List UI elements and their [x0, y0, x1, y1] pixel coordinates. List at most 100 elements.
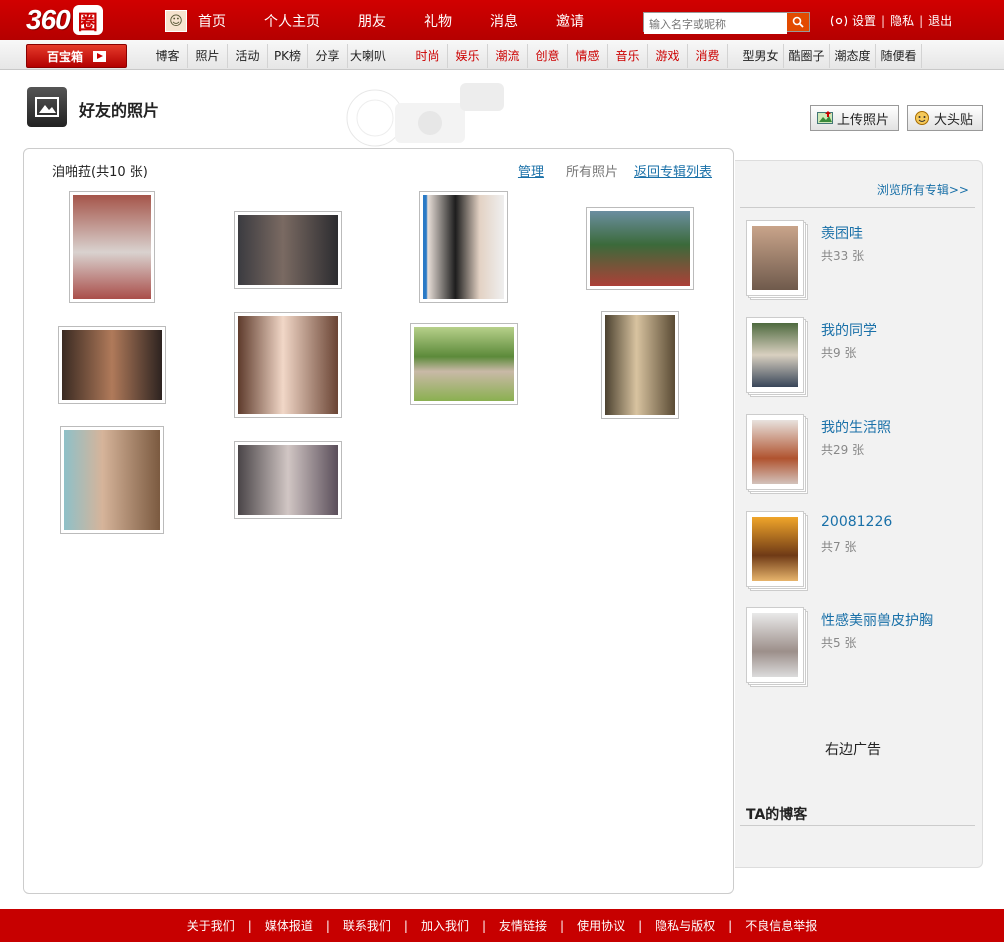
- nav2-music[interactable]: 音乐: [608, 44, 648, 68]
- album-count: 共33 张: [821, 249, 865, 263]
- nav-messages[interactable]: 消息: [490, 11, 556, 31]
- all-photos-label: 所有照片: [565, 165, 618, 180]
- footer-link-about[interactable]: 关于我们: [187, 917, 235, 934]
- nav2-stylish[interactable]: 型男女: [738, 44, 784, 68]
- photo-thumbnail[interactable]: [60, 426, 164, 534]
- nav-home[interactable]: 首页: [198, 11, 264, 31]
- user-avatar-icon[interactable]: ☺: [165, 10, 187, 32]
- nav-gifts[interactable]: 礼物: [424, 11, 490, 31]
- play-icon: [93, 50, 106, 62]
- nav2-photos[interactable]: 照片: [188, 44, 228, 68]
- album-title: 洎啪菈(共10 张): [52, 165, 148, 180]
- baibao-label: 百宝箱: [46, 49, 83, 64]
- photo-thumbnail[interactable]: [586, 207, 694, 290]
- settings-link[interactable]: 设置: [852, 12, 876, 29]
- photo-thumbnail[interactable]: [410, 323, 518, 405]
- footer-link-friends[interactable]: 友情链接: [499, 917, 547, 934]
- nav2-events[interactable]: 活动: [228, 44, 268, 68]
- nav2-entertainment[interactable]: 娱乐: [448, 44, 488, 68]
- nav2-trend[interactable]: 潮流: [488, 44, 528, 68]
- nav-invite[interactable]: 邀请: [556, 11, 596, 31]
- nav2-fashion[interactable]: 时尚: [408, 44, 448, 68]
- separator: |: [325, 918, 330, 933]
- sidebar-album-item[interactable]: 性感美丽兽皮护胸 共5 张: [746, 607, 971, 691]
- sidebar-album-item[interactable]: 20081226 共7 张: [746, 511, 971, 595]
- search-button[interactable]: [787, 13, 809, 31]
- album-cover[interactable]: [746, 511, 808, 591]
- photo-thumbnail[interactable]: [601, 311, 679, 419]
- manage-link[interactable]: 管理: [518, 161, 544, 180]
- privacy-link[interactable]: 隐私: [890, 12, 914, 29]
- sidebar-album-item[interactable]: 我的生活照 共29 张: [746, 414, 971, 498]
- nav2-speaker[interactable]: 大喇叭: [348, 44, 388, 68]
- nav2-emotion[interactable]: 情感: [568, 44, 608, 68]
- sticker-icon: [915, 111, 929, 125]
- footer-link-terms[interactable]: 使用协议: [577, 917, 625, 934]
- nav2-pk[interactable]: PK榜: [268, 44, 308, 68]
- photo-thumbnail[interactable]: [234, 211, 342, 289]
- separator: |: [728, 918, 733, 933]
- album-count: 共9 张: [821, 346, 857, 360]
- photo-thumbnail[interactable]: [58, 326, 166, 404]
- baibao-button[interactable]: 百宝箱: [26, 44, 127, 68]
- search-input[interactable]: [644, 15, 787, 34]
- album-actions: 管理 所有照片 返回专辑列表: [518, 161, 712, 180]
- nav2-spacer: [388, 44, 408, 68]
- footer-link-privacy[interactable]: 隐私与版权: [655, 917, 715, 934]
- album-sidebar: 浏览所有专辑>> 羡囨哇 共33 张 我的同学 共9 张 我的生活照 共29 张…: [735, 160, 983, 868]
- logout-link[interactable]: 退出: [928, 12, 952, 29]
- album-name[interactable]: 性感美丽兽皮护胸: [821, 610, 933, 630]
- album-name[interactable]: 我的同学: [821, 320, 877, 340]
- nav2-spacer: [728, 44, 738, 68]
- search-icon: [792, 16, 804, 28]
- photo-thumbnail[interactable]: [234, 312, 342, 418]
- logo-character: 圈: [72, 5, 103, 35]
- album-name[interactable]: 我的生活照: [821, 417, 891, 437]
- camera-decoration-icon: [346, 83, 504, 147]
- album-name[interactable]: 羡囨哇: [821, 223, 863, 243]
- nav2-blog[interactable]: 博客: [148, 44, 188, 68]
- footer-link-report[interactable]: 不良信息举报: [745, 917, 817, 934]
- divider: [740, 207, 975, 208]
- album-cover[interactable]: [746, 607, 808, 687]
- footer-link-join[interactable]: 加入我们: [421, 917, 469, 934]
- nav-profile[interactable]: 个人主页: [264, 11, 358, 31]
- nav2-cool-circle[interactable]: 酷圈子: [784, 44, 830, 68]
- upload-photo-label: 上传照片: [837, 112, 890, 128]
- nav2-attitude[interactable]: 潮态度: [830, 44, 876, 68]
- separator: |: [881, 13, 886, 28]
- nav2-random[interactable]: 随便看: [876, 44, 922, 68]
- sidebar-album-item[interactable]: 我的同学 共9 张: [746, 317, 971, 401]
- nav2-share[interactable]: 分享: [308, 44, 348, 68]
- nav-friends[interactable]: 朋友: [358, 11, 424, 31]
- photo-thumbnail[interactable]: [234, 441, 342, 519]
- search-box: [643, 12, 810, 34]
- sidebar-album-item[interactable]: 羡囨哇 共33 张: [746, 220, 971, 304]
- photo-sticker-button[interactable]: 大头贴: [907, 105, 983, 131]
- footer-link-contact[interactable]: 联系我们: [343, 917, 391, 934]
- upload-photo-button[interactable]: 上传照片: [810, 105, 899, 131]
- album-name[interactable]: 20081226: [821, 514, 892, 530]
- logo-number: 360: [26, 4, 71, 35]
- album-cover[interactable]: [746, 317, 808, 397]
- back-to-albums-link[interactable]: 返回专辑列表: [634, 161, 712, 180]
- separator: |: [403, 918, 408, 933]
- album-count: 共29 张: [821, 443, 865, 457]
- nav2-games[interactable]: 游戏: [648, 44, 688, 68]
- upload-photo-icon: [817, 111, 833, 124]
- page-title: 好友的照片: [79, 101, 160, 120]
- separator: |: [638, 918, 643, 933]
- separator: |: [560, 918, 565, 933]
- footer-link-media[interactable]: 媒体报道: [265, 917, 313, 934]
- site-logo[interactable]: 360 圈: [26, 4, 103, 36]
- footer: 关于我们 | 媒体报道 | 联系我们 | 加入我们 | 友情链接 | 使用协议 | 隐私与版…: [0, 909, 1004, 942]
- photo-thumbnail[interactable]: [419, 191, 508, 303]
- nav2-consume[interactable]: 消费: [688, 44, 728, 68]
- browse-all-albums-link[interactable]: 浏览所有专辑>>: [877, 181, 969, 198]
- top-nav: 首页 个人主页 朋友 礼物 消息 邀请: [198, 11, 596, 31]
- nav2-creative[interactable]: 创意: [528, 44, 568, 68]
- photo-thumbnail[interactable]: [69, 191, 155, 303]
- album-cover[interactable]: [746, 220, 808, 300]
- sidebar-ad[interactable]: 右边广告: [825, 739, 881, 759]
- album-cover[interactable]: [746, 414, 808, 494]
